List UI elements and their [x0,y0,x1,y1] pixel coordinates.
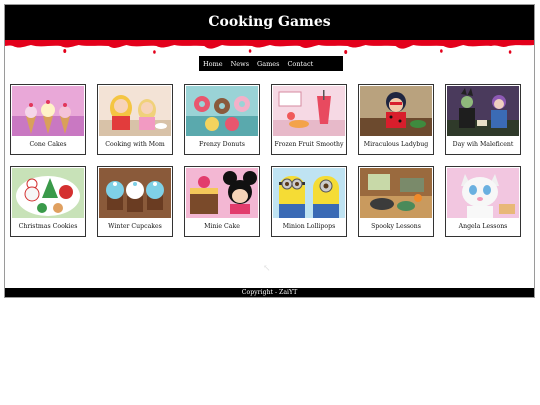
game-title: Frenzy Donuts [199,141,245,148]
main-nav: Home News Games Contact [199,56,343,71]
game-card-day-with-maleficent[interactable]: Day wih Maleficent [445,84,521,155]
game-title: Miraculous Ladybug [363,141,429,148]
game-card-miraculous-ladybug[interactable]: Miraculous Ladybug [358,84,434,155]
minion-lollipops-thumbnail [273,168,345,218]
game-title: Cone Cakes [29,141,67,148]
nav-news-link[interactable]: News [231,60,249,68]
day-with-maleficent-thumbnail [447,86,519,136]
nav-home-link[interactable]: Home [203,60,223,68]
mouse-cursor-icon: ↖ [263,264,271,274]
nav-games-link[interactable]: Games [257,60,279,68]
game-card-cone-cakes[interactable]: Cone Cakes [10,84,86,155]
spooky-lessons-thumbnail [360,168,432,218]
site-footer: Copyright - ZaiYT [5,288,534,297]
frenzy-donuts-thumbnail [186,86,258,136]
angela-lessons-thumbnail [447,168,519,218]
game-card-christmas-cookies[interactable]: Christmas Cookies [10,166,86,237]
game-card-winter-cupcakes[interactable]: Winter Cupcakes [97,166,173,237]
game-title: Frozen Fruit Smoothy [274,141,344,148]
game-card-angela-lessons[interactable]: Angela Lessons [445,166,521,237]
cooking-with-mom-thumbnail [99,86,171,136]
frozen-fruit-smoothy-thumbnail [273,86,345,136]
game-card-minie-cake[interactable]: Minie Cake [184,166,260,237]
game-title: Angela Lessons [458,223,508,230]
game-title: Day wih Maleficent [452,141,514,148]
winter-cupcakes-thumbnail [99,168,171,218]
copyright-text: Copyright - ZaiYT [241,289,298,296]
site-title: Cooking Games [208,14,331,30]
christmas-cookies-thumbnail [12,168,84,218]
blood-drip-border [5,40,534,54]
game-title: Spooky Lessons [371,223,421,230]
game-card-frozen-fruit-smoothy[interactable]: Frozen Fruit Smoothy [271,84,347,155]
page-frame: Cooking Games Home News Games Contact Co… [4,4,535,298]
minie-cake-thumbnail [186,168,258,218]
game-title: Winter Cupcakes [108,223,162,230]
game-card-spooky-lessons[interactable]: Spooky Lessons [358,166,434,237]
game-title: Cooking with Mom [105,141,165,148]
cone-cakes-thumbnail [12,86,84,136]
game-card-cooking-with-mom[interactable]: Cooking with Mom [97,84,173,155]
miraculous-ladybug-thumbnail [360,86,432,136]
game-title: Christmas Cookies [18,223,78,230]
game-title: Minion Lollipops [282,223,336,230]
site-header: Cooking Games [5,5,534,41]
game-card-frenzy-donuts[interactable]: Frenzy Donuts [184,84,260,155]
game-title: Minie Cake [204,223,240,230]
game-card-minion-lollipops[interactable]: Minion Lollipops [271,166,347,237]
nav-contact-link[interactable]: Contact [287,60,313,68]
